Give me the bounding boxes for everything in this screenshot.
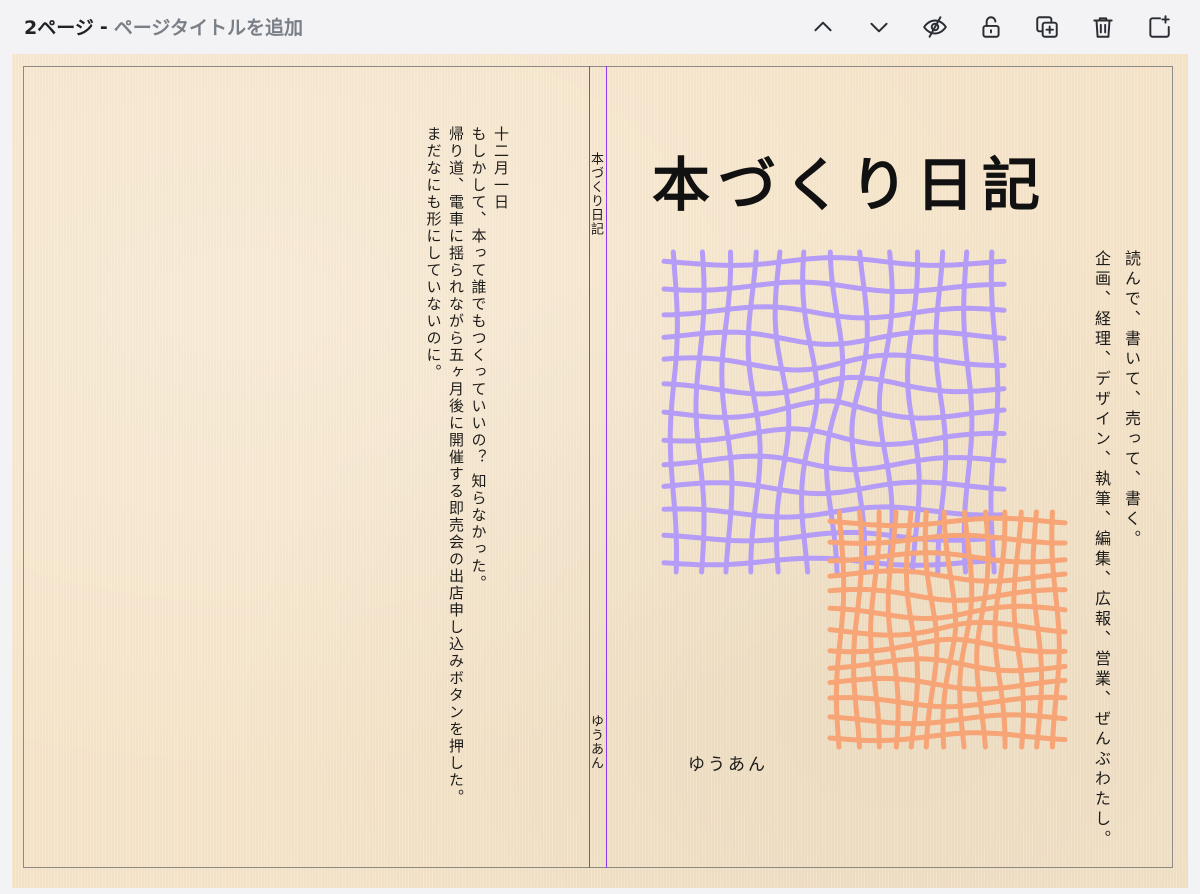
page-label: 2ページ - ページタイトルを追加 [24, 13, 303, 40]
chevron-up-icon [814, 21, 832, 32]
grid-line [661, 504, 1007, 520]
delete-page-button[interactable] [1086, 10, 1120, 44]
page-toolbar [806, 10, 1176, 44]
grid-line [661, 255, 1007, 268]
eye-off-icon [923, 16, 947, 38]
grid-line [799, 249, 820, 575]
cover-copy-line: 読んで、書いて、売って、書く。 [1122, 250, 1141, 550]
grid-line [827, 694, 1068, 710]
move-page-up-button[interactable] [806, 10, 840, 44]
duplicate-icon [1036, 16, 1058, 38]
spine-title[interactable]: 本づくり日記 [586, 152, 605, 236]
grid-line [827, 603, 1068, 621]
grid-line [827, 712, 1068, 727]
grid-line [992, 509, 1008, 750]
page-header: 2ページ - ページタイトルを追加 [0, 0, 1200, 54]
grid-line [827, 619, 1068, 638]
grid-line [661, 426, 1007, 448]
diary-line: まだなにも形にしていないのに。 [424, 126, 443, 381]
spine-guide-right [606, 66, 607, 868]
title-separator: - [99, 15, 108, 38]
trash-icon [1093, 17, 1113, 38]
grid-line [661, 374, 1007, 397]
grid-line [661, 453, 1007, 473]
grid-line [974, 509, 991, 750]
cover-copy-line: 企画、経理、デザイン、執筆、編集、広報、営業、ぜんぶわたし。 [1092, 250, 1111, 850]
hide-page-button[interactable] [918, 10, 952, 44]
grid-line [661, 352, 1007, 373]
add-page-icon [1149, 15, 1170, 38]
add-page-button[interactable] [1142, 10, 1176, 44]
cover-copy[interactable]: 読んで、書いて、売って、書く。 企画、経理、デザイン、執筆、編集、広報、営業、ぜ… [1086, 250, 1146, 850]
grid-line [827, 730, 1068, 744]
diary-line: 帰り道、電車に揺られながら五ヶ月後に開催する即売会の出店申し込みボタンを押した。 [447, 126, 465, 806]
diary-line: もしかして、本って誰でもつくっていいの？ 知らなかった。 [469, 126, 488, 592]
grid-line [719, 249, 735, 575]
diary-date: 十二月一日 [492, 126, 510, 211]
lock-page-button[interactable] [974, 10, 1008, 44]
duplicate-page-button[interactable] [1030, 10, 1064, 44]
grid-line [827, 586, 1068, 603]
grid-line [851, 509, 865, 750]
grid-line [868, 509, 882, 750]
grid-line [693, 249, 707, 575]
spine-author[interactable]: ゆうあん [586, 714, 605, 770]
page-number: 2ページ [24, 17, 94, 39]
back-cover-text[interactable]: 十二月一日 もしかして、本って誰でもつくっていいの？ 知らなかった。 帰り道、電… [422, 126, 512, 846]
design-canvas[interactable]: 十二月一日 もしかして、本って誰でもつくっていいの？ 知らなかった。 帰り道、電… [12, 54, 1188, 888]
chevron-down-icon [870, 22, 888, 33]
grid-line [661, 479, 1007, 497]
unlock-icon [982, 16, 1000, 38]
cover-author[interactable]: ゆうあん [688, 750, 768, 775]
grid-line [1011, 509, 1026, 750]
move-page-down-button[interactable] [862, 10, 896, 44]
grid-line [661, 329, 1007, 347]
cover-title[interactable]: 本づくり日記 [652, 138, 1048, 222]
wavy-grid-art[interactable] [661, 244, 1068, 750]
grid-line [827, 636, 1068, 655]
page-title-input[interactable]: ページタイトルを追加 [114, 13, 303, 40]
